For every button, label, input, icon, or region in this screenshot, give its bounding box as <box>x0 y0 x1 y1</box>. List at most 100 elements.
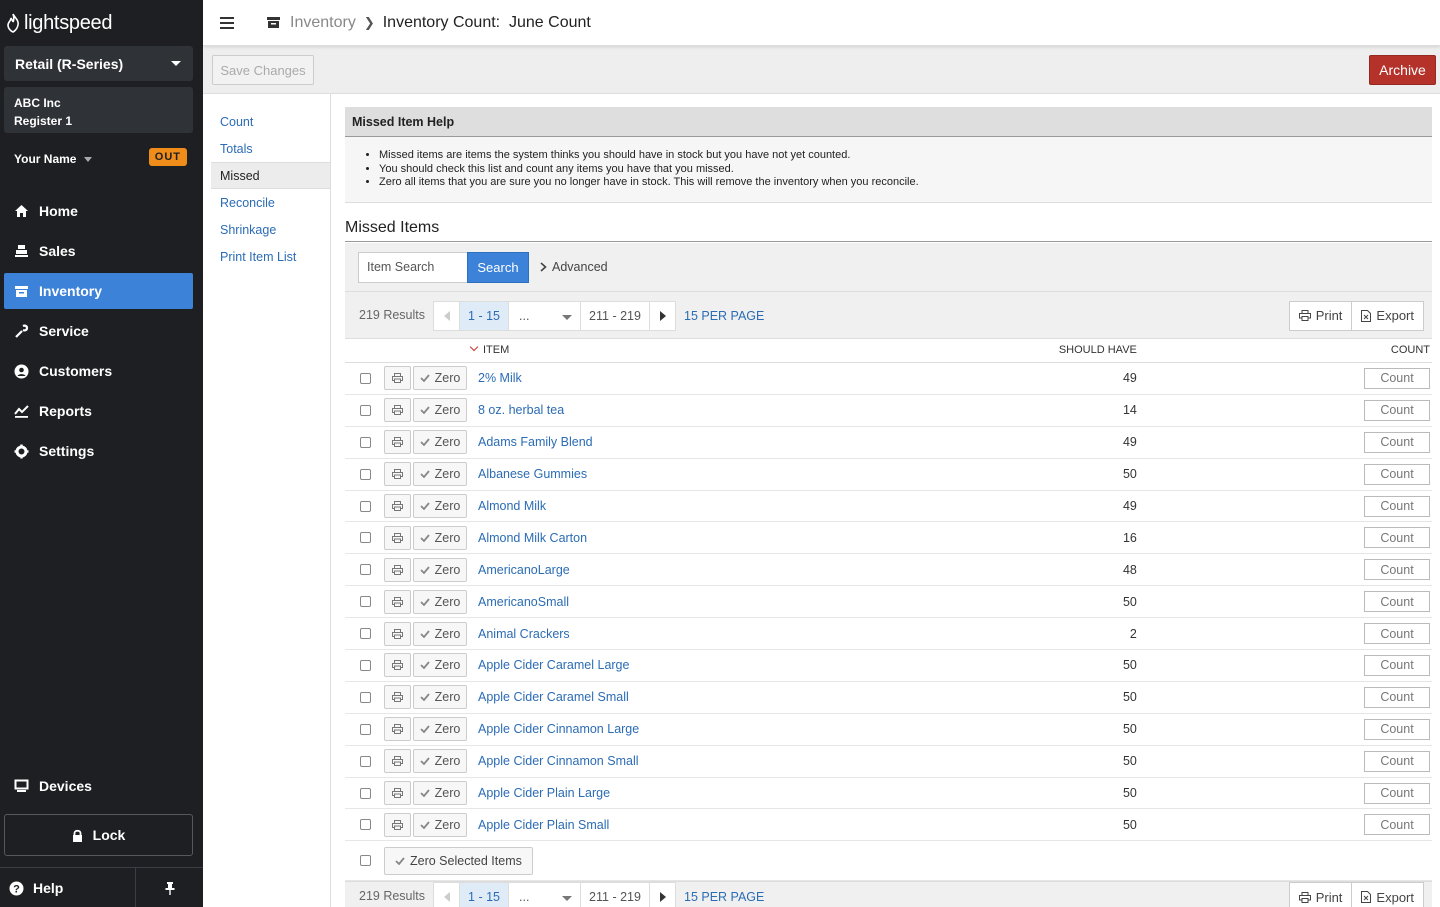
count-input[interactable]: Count <box>1364 591 1430 613</box>
subnav-reconcile[interactable]: Reconcile <box>203 189 330 216</box>
column-header-item[interactable]: ITEM <box>345 338 1045 363</box>
zero-button[interactable]: Zero <box>413 494 467 518</box>
row-checkbox[interactable] <box>360 532 371 544</box>
page-select[interactable]: ... <box>508 882 581 907</box>
count-input[interactable]: Count <box>1364 654 1430 676</box>
subnav-shrinkage[interactable]: Shrinkage <box>203 216 330 243</box>
row-checkbox[interactable] <box>360 691 371 703</box>
item-link[interactable]: Adams Family Blend <box>478 435 593 449</box>
zero-button[interactable]: Zero <box>413 430 467 455</box>
row-checkbox[interactable] <box>360 468 371 480</box>
count-input[interactable]: Count <box>1364 559 1430 581</box>
print-button[interactable]: Print <box>1288 300 1353 331</box>
nav-item-customers[interactable]: Customers <box>4 353 193 389</box>
item-link[interactable]: Apple Cider Plain Small <box>478 818 609 832</box>
print-label-button[interactable] <box>384 717 411 742</box>
count-input[interactable]: Count <box>1364 463 1430 485</box>
nav-item-service[interactable]: Service <box>4 313 193 349</box>
zero-button[interactable]: Zero <box>413 749 467 774</box>
zero-button[interactable]: Zero <box>413 557 467 582</box>
row-checkbox[interactable] <box>360 755 371 767</box>
subnav-totals[interactable]: Totals <box>203 135 330 162</box>
advanced-search-toggle[interactable]: Advanced <box>540 252 608 283</box>
item-link[interactable]: Apple Cider Cinnamon Small <box>478 754 639 768</box>
row-checkbox[interactable] <box>360 723 371 735</box>
row-checkbox[interactable] <box>360 372 371 384</box>
row-checkbox[interactable] <box>360 819 371 831</box>
nav-item-inventory[interactable]: Inventory <box>4 273 193 309</box>
item-link[interactable]: Almond Milk <box>478 499 546 513</box>
column-header-should-have[interactable]: SHOULD HAVE <box>1045 338 1361 363</box>
count-input[interactable]: Count <box>1364 623 1430 645</box>
select-all-checkbox[interactable] <box>360 855 371 867</box>
archive-button[interactable]: Archive <box>1369 55 1436 85</box>
logo[interactable]: lightspeed <box>0 0 203 46</box>
next-page-button[interactable] <box>649 882 676 907</box>
zero-button[interactable]: Zero <box>413 717 467 742</box>
item-link[interactable]: Apple Cider Caramel Small <box>478 690 629 704</box>
export-button[interactable]: Export <box>1351 300 1424 331</box>
print-label-button[interactable] <box>384 749 411 774</box>
store-select[interactable]: Retail (R-Series) <box>4 46 193 81</box>
zero-button[interactable]: Zero <box>413 398 467 423</box>
next-page-button[interactable] <box>649 300 676 331</box>
pin-button[interactable] <box>136 868 203 907</box>
subnav-missed[interactable]: Missed <box>211 162 330 189</box>
count-input[interactable]: Count <box>1364 814 1430 836</box>
row-checkbox[interactable] <box>360 500 371 512</box>
item-link[interactable]: Albanese Gummies <box>478 467 587 481</box>
register-box[interactable]: ABC Inc Register 1 <box>4 87 193 133</box>
prev-page-button[interactable] <box>433 300 460 331</box>
nav-item-settings[interactable]: Settings <box>4 433 193 469</box>
row-checkbox[interactable] <box>360 596 371 608</box>
row-checkbox[interactable] <box>360 436 371 448</box>
subnav-print-item-list[interactable]: Print Item List <box>203 243 330 270</box>
print-label-button[interactable] <box>384 494 411 518</box>
print-label-button[interactable] <box>384 621 411 646</box>
zero-button[interactable]: Zero <box>413 812 467 837</box>
print-label-button[interactable] <box>384 462 411 487</box>
zero-selected-items-button[interactable]: Zero Selected Items <box>384 846 533 875</box>
row-checkbox[interactable] <box>360 404 371 416</box>
zero-button[interactable]: Zero <box>413 781 467 806</box>
count-input[interactable]: Count <box>1364 782 1430 804</box>
print-label-button[interactable] <box>384 557 411 582</box>
row-checkbox[interactable] <box>360 628 371 640</box>
zero-button[interactable]: Zero <box>413 525 467 550</box>
current-page[interactable]: 1 - 15 <box>459 300 509 331</box>
count-input[interactable]: Count <box>1364 718 1430 740</box>
print-label-button[interactable] <box>384 525 411 550</box>
clock-status-badge[interactable]: OUT <box>148 148 187 166</box>
zero-button[interactable]: Zero <box>413 589 467 614</box>
item-link[interactable]: Apple Cider Plain Large <box>478 786 610 800</box>
count-input[interactable]: Count <box>1364 367 1430 389</box>
item-search-input[interactable]: Item Search <box>358 251 468 283</box>
print-label-button[interactable] <box>384 812 411 837</box>
count-input[interactable]: Count <box>1364 431 1430 453</box>
user-menu[interactable]: Your Name OUT <box>14 148 189 170</box>
print-label-button[interactable] <box>384 398 411 423</box>
item-link[interactable]: AmericanoLarge <box>478 563 570 577</box>
print-label-button[interactable] <box>384 430 411 455</box>
per-page-select[interactable]: 15 PER PAGE <box>684 882 764 907</box>
export-button[interactable]: Export <box>1351 882 1424 907</box>
save-changes-button[interactable]: Save Changes <box>212 55 314 85</box>
print-label-button[interactable] <box>384 589 411 614</box>
nav-item-devices[interactable]: Devices <box>4 768 193 804</box>
per-page-select[interactable]: 15 PER PAGE <box>684 301 764 331</box>
item-link[interactable]: AmericanoSmall <box>478 595 569 609</box>
print-button[interactable]: Print <box>1288 882 1353 907</box>
current-page[interactable]: 1 - 15 <box>459 882 509 907</box>
print-label-button[interactable] <box>384 366 411 391</box>
nav-item-home[interactable]: Home <box>4 193 193 229</box>
row-checkbox[interactable] <box>360 659 371 671</box>
item-link[interactable]: Apple Cider Caramel Large <box>478 658 629 672</box>
item-link[interactable]: 2% Milk <box>478 371 522 385</box>
row-checkbox[interactable] <box>360 564 371 576</box>
zero-button[interactable]: Zero <box>413 685 467 710</box>
item-link[interactable]: Animal Crackers <box>478 627 570 641</box>
item-link[interactable]: 8 oz. herbal tea <box>478 403 564 417</box>
subnav-count[interactable]: Count <box>203 108 330 135</box>
item-link[interactable]: Apple Cider Cinnamon Large <box>478 722 639 736</box>
zero-button[interactable]: Zero <box>413 621 467 646</box>
